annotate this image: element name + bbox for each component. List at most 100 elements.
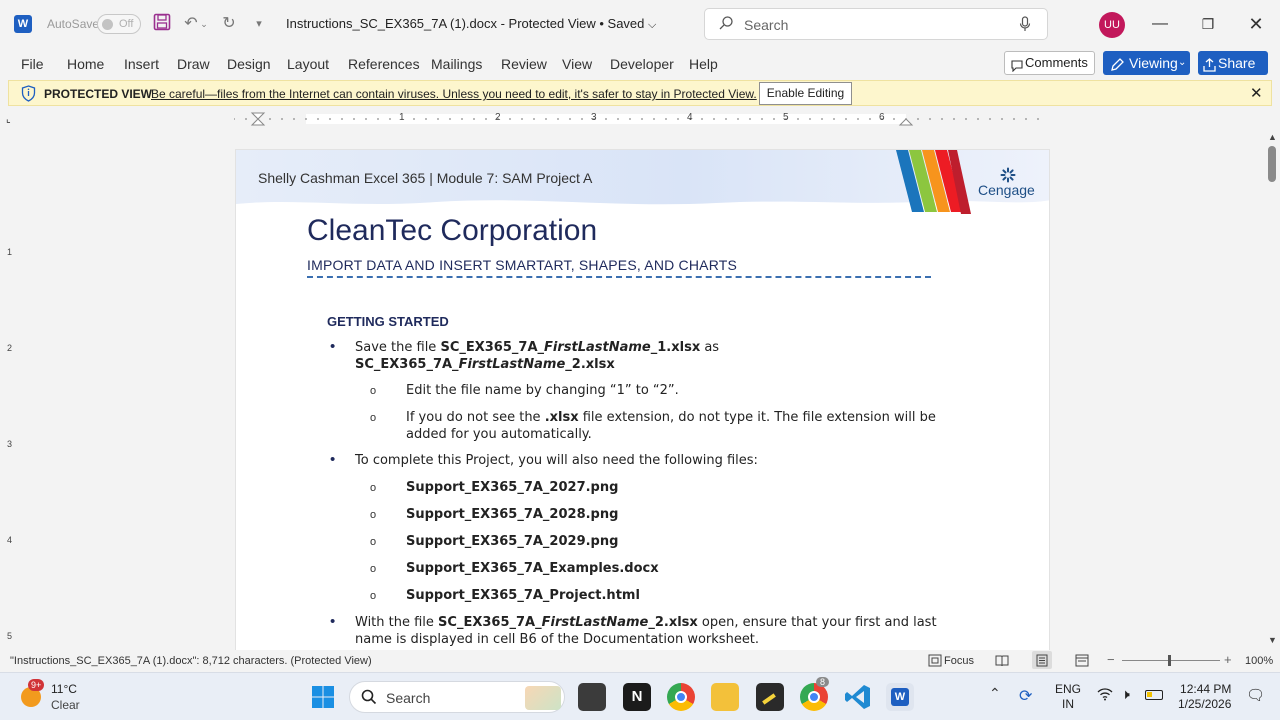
ruler-number: 1 [7,247,13,257]
document-title[interactable]: Instructions_SC_EX365_7A (1).docx - Prot… [286,16,656,32]
battery-icon[interactable] [1145,690,1163,700]
microphone-icon[interactable] [1019,16,1031,35]
volume-muted-icon[interactable]: 🕨 [1121,686,1130,703]
wifi-icon[interactable] [1097,687,1113,704]
tab-file[interactable]: File [21,56,44,72]
comment-icon [1011,57,1023,79]
search-highlight-icon [525,686,561,710]
print-layout-icon[interactable] [1032,651,1052,669]
autosave-toggle[interactable]: Off [97,14,141,34]
tab-help[interactable]: Help [689,56,718,72]
notion-icon[interactable]: N [623,683,651,711]
search-icon [718,15,734,34]
tab-developer[interactable]: Developer [610,56,674,72]
sync-icon[interactable]: ⟳ [1019,686,1032,706]
zoom-slider[interactable] [1122,655,1220,666]
protected-view-title: PROTECTED VIEW [44,87,153,101]
read-mode-icon[interactable] [995,654,1009,670]
language-indicator[interactable]: ENG IN [1055,682,1081,712]
minimize-icon[interactable]: — [1145,10,1175,38]
tab-design[interactable]: Design [227,56,271,72]
document-stats[interactable]: "Instructions_SC_EX365_7A (1).docx": 8,7… [10,655,372,667]
circle-bullet-icon: o [370,412,377,424]
circle-bullet-icon: o [370,509,377,521]
bullet-icon: • [330,613,336,630]
zoom-in-icon[interactable]: + [1224,652,1232,667]
ruler-scale[interactable] [234,111,1044,127]
redo-icon[interactable]: ↻ [218,13,240,35]
circle-bullet-icon: o [370,536,377,548]
list-item: If you do not see the .xlsx file extensi… [406,410,936,442]
scroll-down-icon[interactable]: ▼ [1268,635,1277,645]
word-taskbar-icon[interactable]: W [886,683,914,711]
weather-widget[interactable]: 9+ 11°C Clear [18,679,98,715]
focus-label[interactable]: Focus [944,655,974,667]
enable-editing-button[interactable]: Enable Editing [759,82,852,105]
ruler-number: 2 [495,112,501,123]
ruler-number: 2 [7,343,13,353]
tab-references[interactable]: References [348,56,420,72]
task-view-icon[interactable] [578,683,606,711]
search-box[interactable]: Search [704,8,1048,40]
chrome-icon[interactable] [667,683,695,711]
dashed-divider [307,276,931,278]
tab-home[interactable]: Home [67,56,104,72]
clock[interactable]: 12:44 PM 1/25/2026 [1178,682,1231,712]
ruler-number: 3 [591,112,597,123]
autosave-state: Off [119,18,134,30]
circle-bullet-icon: o [370,563,377,575]
zoom-slider-thumb[interactable] [1168,655,1171,666]
protected-view-message[interactable]: Be careful—files from the Internet can c… [151,87,757,101]
save-icon[interactable] [151,13,173,35]
zoom-level[interactable]: 100% [1245,655,1273,667]
list-item: With the file SC_EX365_7A_FirstLastName_… [355,615,937,647]
bullet-icon: • [330,451,336,468]
section-heading: GETTING STARTED [327,314,449,329]
restore-icon[interactable]: ❐ [1193,10,1223,38]
share-label: Share [1218,55,1256,71]
ruler-number: 5 [7,631,13,641]
title-bar: W AutoSave Off ↶ ⌄ ↻ ▾ Instructions_SC_E… [0,0,1280,48]
customize-toolbar-icon[interactable]: ▾ [248,13,270,35]
close-icon[interactable]: ✕ [1250,84,1263,102]
word-app-icon: W [14,15,32,33]
file-item: Support_EX365_7A_Project.html [406,588,640,603]
notification-icon[interactable]: 🗨 [1246,686,1265,704]
tab-review[interactable]: Review [501,56,547,72]
chevron-down-icon: ⌄ [1178,57,1187,68]
document-page[interactable]: Shelly Cashman Excel 365 | Module 7: SAM… [235,149,1050,669]
tab-draw[interactable]: Draw [177,56,210,72]
weather-condition: Clear [51,698,80,712]
chrome-profile-icon[interactable]: 8 [800,677,830,711]
ruler-number: 4 [7,535,13,545]
share-button[interactable]: Share [1198,51,1268,75]
search-placeholder: Search [744,17,789,33]
windows-start-icon[interactable] [311,685,335,712]
notification-badge: 8 [816,677,830,687]
scroll-up-icon[interactable]: ▲ [1268,132,1277,142]
zoom-out-icon[interactable]: − [1107,652,1115,667]
circle-bullet-icon: o [370,482,377,494]
show-hidden-icons[interactable]: ⌃ [989,685,1001,702]
status-bar: "Instructions_SC_EX365_7A (1).docx": 8,7… [0,650,1280,672]
tab-insert[interactable]: Insert [124,56,159,72]
vertical-scrollbar[interactable]: ▲ ▼ [1265,130,1280,650]
comments-button[interactable]: Comments [1004,51,1095,75]
file-explorer-icon[interactable] [711,683,739,711]
vertical-ruler: 1 2 3 4 5 [0,150,22,650]
vscode-icon[interactable] [844,683,872,711]
temperature: 11°C [51,682,77,696]
web-layout-icon[interactable] [1075,654,1089,670]
tab-layout[interactable]: Layout [287,56,329,72]
focus-icon[interactable] [928,654,942,670]
close-icon[interactable]: ✕ [1241,10,1271,38]
undo-dropdown-icon[interactable]: ⌄ [198,13,210,35]
scrollbar-thumb[interactable] [1268,146,1276,182]
taskbar-search[interactable]: Search [349,681,565,713]
tab-mailings[interactable]: Mailings [431,56,482,72]
viewing-mode-button[interactable]: Viewing ⌄ [1103,51,1190,75]
tab-view[interactable]: View [562,56,592,72]
avatar[interactable]: UU [1099,12,1125,38]
tab-selector-icon[interactable]: ⌞ [6,114,11,125]
sticky-notes-icon[interactable] [756,683,784,711]
